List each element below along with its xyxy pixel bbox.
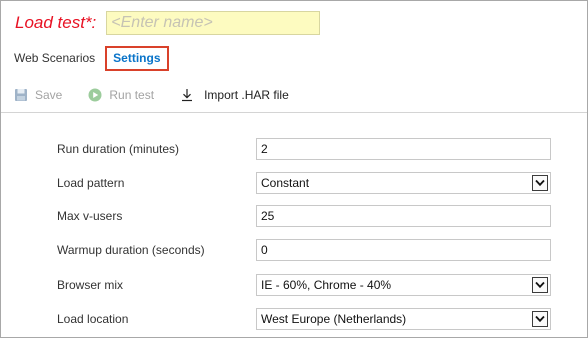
name-input[interactable] (106, 11, 321, 35)
max-vusers-label: Max v-users (57, 209, 123, 223)
tab-bar: Web Scenarios Settings (14, 45, 169, 71)
max-vusers-row: Max v-users 25 (57, 205, 551, 227)
browser-mix-row: Browser mix IE - 60%, Chrome - 40% (57, 274, 551, 296)
warmup-duration-label: Warmup duration (seconds) (57, 243, 205, 257)
run-test-label: Run test (109, 88, 155, 102)
chevron-down-icon[interactable] (532, 277, 548, 293)
chevron-down-icon[interactable] (532, 175, 548, 191)
load-pattern-value: Constant (261, 176, 310, 190)
chevron-down-icon[interactable] (532, 311, 548, 327)
max-vusers-input[interactable]: 25 (256, 205, 551, 227)
load-location-select[interactable]: West Europe (Netherlands) (256, 308, 551, 330)
load-location-label: Load location (57, 312, 129, 326)
load-location-row: Load location West Europe (Netherlands) (57, 308, 551, 330)
run-duration-row: Run duration (minutes) 2 (57, 138, 551, 160)
load-test-panel: Load test*: Web Scenarios Settings Save (0, 0, 588, 338)
browser-mix-label: Browser mix (57, 278, 124, 292)
run-test-button[interactable]: Run test (88, 88, 154, 102)
load-pattern-select[interactable]: Constant (256, 172, 551, 194)
load-pattern-label: Load pattern (57, 176, 125, 190)
warmup-duration-input[interactable]: 0 (256, 239, 551, 261)
load-test-title: Load test*: (15, 13, 97, 32)
load-pattern-row: Load pattern Constant (57, 172, 551, 194)
run-duration-input[interactable]: 2 (256, 138, 551, 160)
browser-mix-value: IE - 60%, Chrome - 40% (261, 278, 392, 292)
title-row: Load test*: (15, 9, 321, 37)
browser-mix-select[interactable]: IE - 60%, Chrome - 40% (256, 274, 551, 296)
toolbar: Save Run test Import .HAR file (14, 85, 315, 105)
save-button[interactable]: Save (14, 88, 62, 102)
save-label: Save (35, 88, 63, 102)
play-circle-icon (88, 88, 102, 102)
toolbar-divider (1, 112, 587, 113)
tab-settings[interactable]: Settings (105, 45, 169, 71)
import-har-label: Import .HAR file (204, 88, 289, 102)
download-arrow-icon (180, 88, 194, 102)
load-location-value: West Europe (Netherlands) (261, 312, 407, 326)
run-duration-label: Run duration (minutes) (57, 142, 180, 156)
floppy-disk-icon (14, 88, 28, 102)
import-har-button[interactable]: Import .HAR file (180, 88, 289, 102)
warmup-duration-row: Warmup duration (seconds) 0 (57, 239, 551, 261)
tab-web-scenarios[interactable]: Web Scenarios (14, 51, 95, 65)
